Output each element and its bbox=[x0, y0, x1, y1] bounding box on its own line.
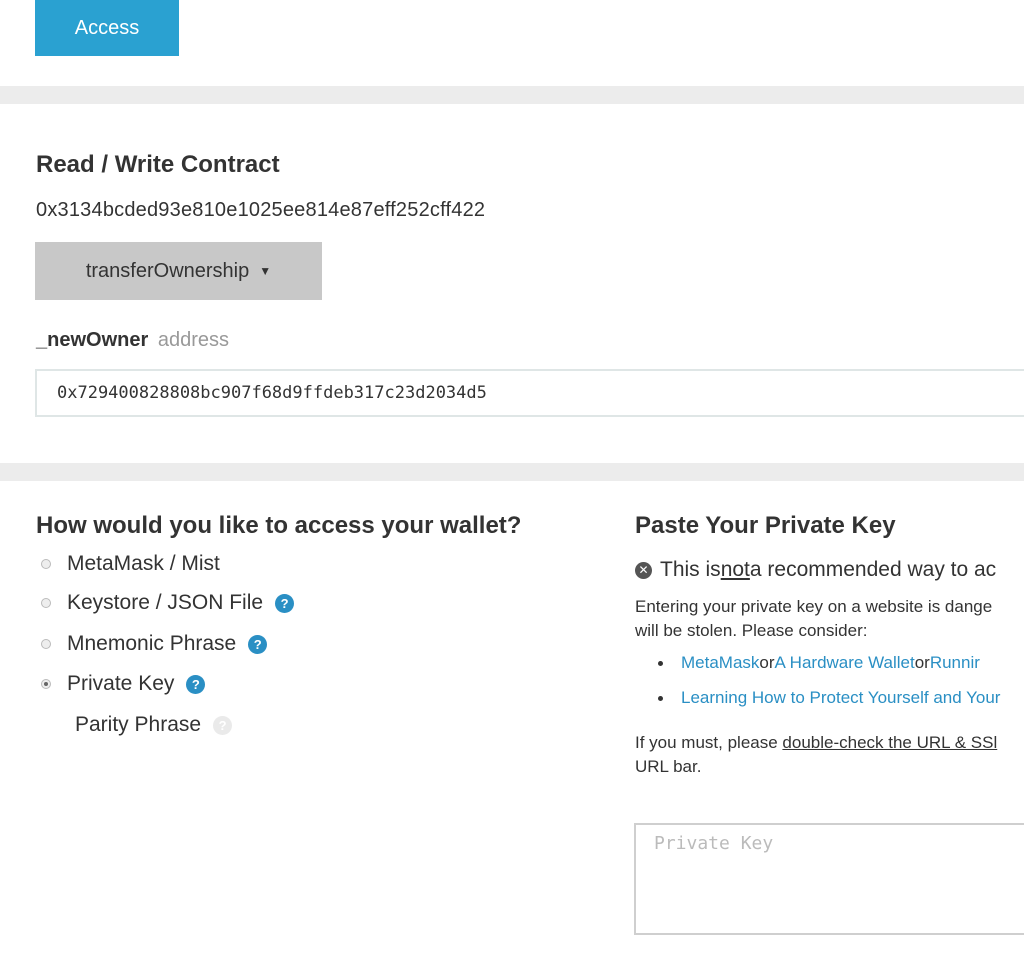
learning-link[interactable]: Learning How to Protect Yourself and You… bbox=[681, 688, 1000, 708]
function-select-label: transferOwnership bbox=[85, 259, 250, 282]
running-link[interactable]: Runnir bbox=[930, 653, 980, 673]
option-label: MetaMask / Mist bbox=[67, 552, 220, 575]
bullet-alternatives: MetaMask or A Hardware Wallet or Runnir bbox=[658, 653, 980, 673]
radio-mnemonic[interactable] bbox=[41, 639, 51, 649]
new-owner-value: 0x729400828808bc907f68d9ffdeb317c23d2034… bbox=[57, 383, 487, 403]
warning-post: a recommended way to ac bbox=[749, 558, 997, 581]
radio-keystore[interactable] bbox=[41, 598, 51, 608]
function-select-dropdown[interactable]: transferOwnership ▼ bbox=[35, 242, 322, 300]
double-check-link[interactable]: double-check the URL & SSl bbox=[782, 733, 997, 752]
help-icon[interactable]: ? bbox=[275, 593, 295, 613]
double-check-line-2: URL bar. bbox=[635, 757, 702, 776]
option-label: Private Key bbox=[67, 672, 175, 695]
help-icon[interactable]: ? bbox=[213, 715, 233, 735]
section-divider bbox=[0, 463, 1024, 481]
hardware-wallet-link[interactable]: A Hardware Wallet bbox=[775, 653, 915, 673]
double-check-paragraph: If you must, please double-check the URL… bbox=[635, 731, 997, 779]
contract-section-title: Read / Write Contract bbox=[36, 151, 280, 178]
bullet-dot bbox=[658, 695, 663, 701]
warning-line-1: Entering your private key on a website i… bbox=[635, 597, 993, 616]
metamask-link[interactable]: MetaMask bbox=[681, 653, 759, 673]
help-icon[interactable]: ? bbox=[186, 674, 206, 694]
param-label: _newOwner address bbox=[36, 329, 229, 352]
double-check-pre: If you must, please bbox=[635, 733, 783, 752]
param-name: _newOwner bbox=[36, 329, 149, 351]
private-key-placeholder: Private Key bbox=[654, 833, 774, 854]
option-label: Parity Phrase bbox=[75, 713, 202, 736]
new-owner-input[interactable]: 0x729400828808bc907f68d9ffdeb317c23d2034… bbox=[35, 369, 1024, 417]
warning-paragraph: Entering your private key on a website i… bbox=[635, 595, 992, 643]
option-parity[interactable]: Parity Phrase ? bbox=[75, 713, 233, 737]
or-text: or bbox=[914, 653, 930, 672]
bullet-dot bbox=[658, 660, 663, 666]
chevron-down-icon: ▼ bbox=[259, 264, 272, 278]
private-key-input[interactable]: Private Key bbox=[634, 823, 1024, 935]
option-label: Keystore / JSON File bbox=[67, 591, 264, 614]
access-button[interactable]: Access bbox=[35, 0, 179, 56]
bullet-learning: Learning How to Protect Yourself and You… bbox=[658, 688, 1000, 708]
option-metamask[interactable]: MetaMask / Mist bbox=[41, 552, 220, 576]
option-keystore[interactable]: Keystore / JSON File ? bbox=[41, 591, 295, 615]
option-private-key[interactable]: Private Key ? bbox=[41, 672, 206, 696]
or-text: or bbox=[759, 653, 775, 672]
warning-line-2: will be stolen. Please consider: bbox=[635, 621, 868, 640]
close-circle-icon: ✕ bbox=[635, 561, 652, 579]
option-mnemonic[interactable]: Mnemonic Phrase ? bbox=[41, 632, 268, 656]
section-divider bbox=[0, 86, 1024, 104]
param-type: address bbox=[157, 329, 229, 351]
help-icon[interactable]: ? bbox=[248, 634, 268, 654]
option-label: Mnemonic Phrase bbox=[67, 632, 237, 655]
wallet-access-title: How would you like to access your wallet… bbox=[36, 512, 522, 539]
radio-private-key[interactable] bbox=[41, 679, 51, 689]
radio-metamask[interactable] bbox=[41, 559, 51, 569]
contract-address: 0x3134bcded93e810e1025ee814e87eff252cff4… bbox=[36, 199, 486, 221]
warning-pre: This is bbox=[660, 558, 721, 581]
warning-not: not bbox=[720, 558, 750, 581]
private-key-warning: ✕ This is not a recommended way to ac bbox=[635, 558, 996, 582]
private-key-title: Paste Your Private Key bbox=[635, 512, 896, 539]
